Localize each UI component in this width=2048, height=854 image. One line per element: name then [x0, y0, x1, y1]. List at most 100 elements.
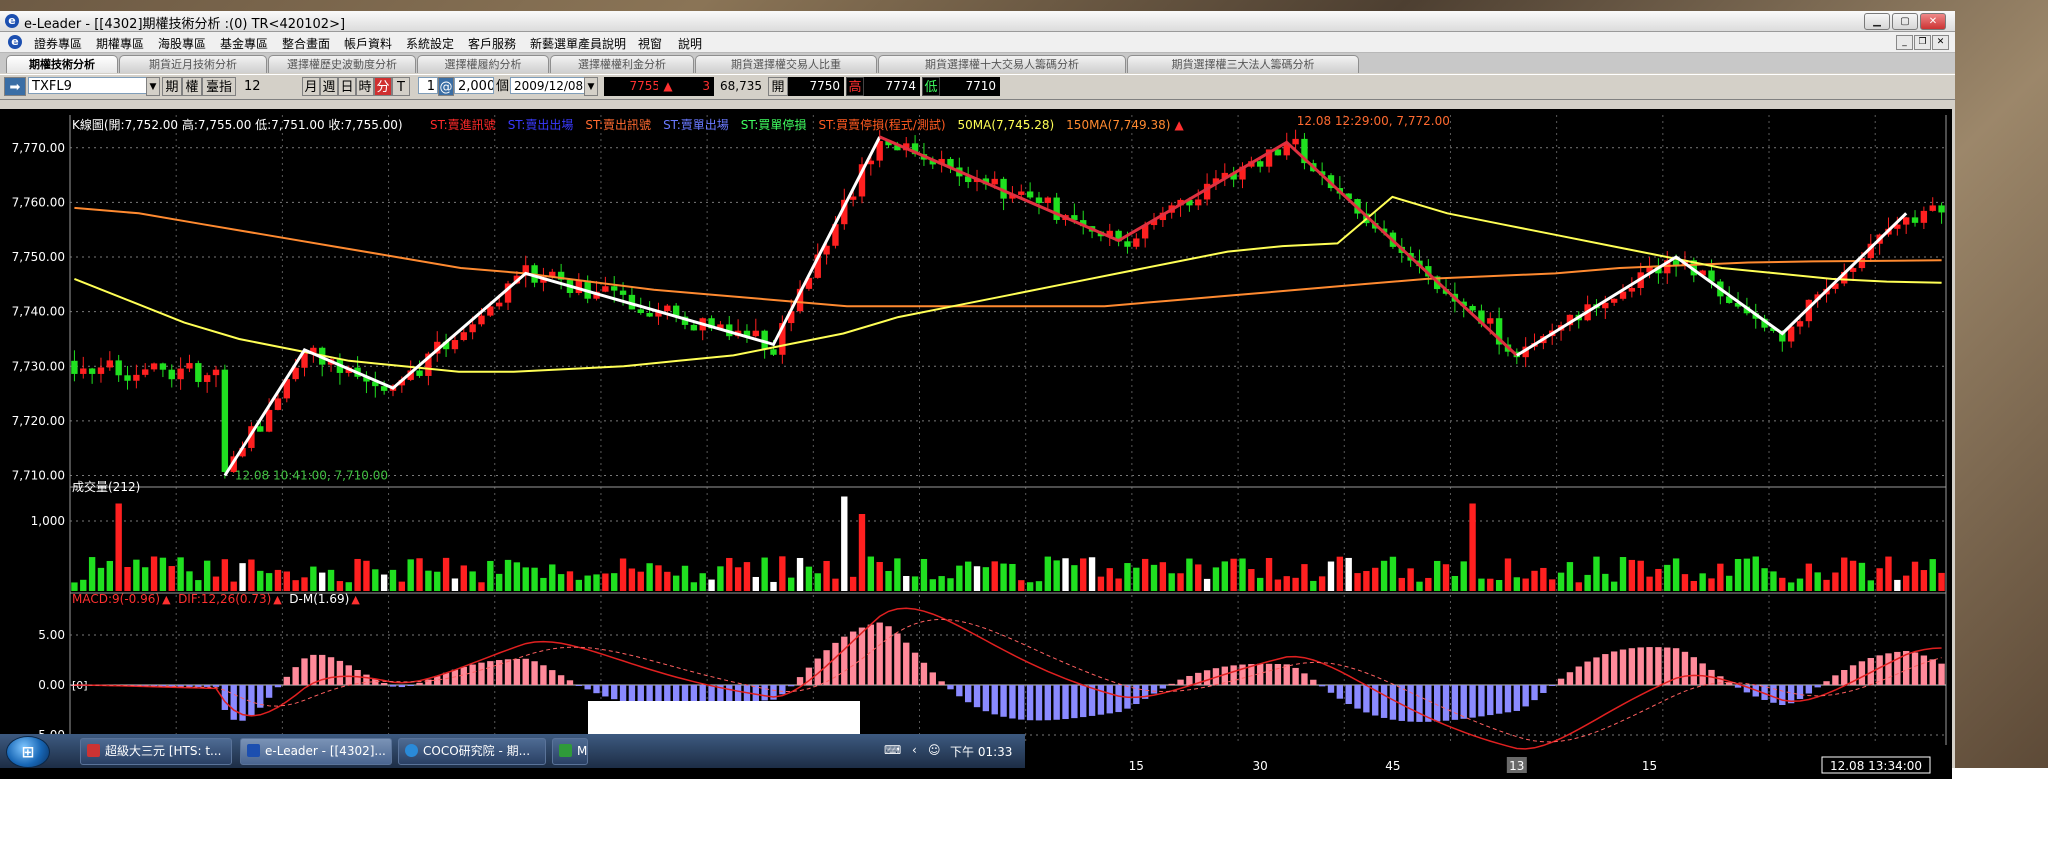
mdi-restore-button[interactable]: ❐: [1914, 35, 1931, 50]
futures-button[interactable]: 期: [162, 77, 182, 96]
volume-bar: [230, 581, 237, 591]
maximize-button[interactable]: ▢: [1892, 13, 1918, 30]
macd-histogram-bar: [1628, 648, 1636, 685]
menu-help[interactable]: 說明: [678, 35, 702, 52]
tab-premium-analysis[interactable]: 選擇權權利金分析: [550, 55, 694, 73]
volume-bar: [1035, 581, 1043, 591]
volume-bar: [1495, 580, 1503, 591]
period-month-button[interactable]: 月: [302, 77, 320, 96]
volume-bar: [327, 569, 335, 591]
candle-body: [752, 330, 759, 337]
volume-bar: [1761, 568, 1768, 591]
macd-histogram-bar: [602, 685, 609, 697]
volume-bar: [743, 562, 751, 591]
x-axis-label: 30: [1253, 759, 1268, 773]
symbol-select[interactable]: TXFL9: [28, 77, 154, 94]
menu-new-menu-help[interactable]: 新藝選單產員說明: [530, 35, 626, 52]
macd-histogram-bar: [1717, 676, 1724, 685]
candle-body: [991, 178, 998, 185]
minimize-button[interactable]: ▁: [1864, 13, 1890, 30]
candle-body: [1938, 205, 1945, 213]
macd-histogram-bar: [1442, 685, 1450, 721]
title-bar[interactable]: e e-Leader - [[4302]期權技術分析 :(0) TR<42010…: [0, 11, 1955, 32]
multiplier-input[interactable]: 1: [418, 77, 438, 94]
candle-body: [212, 369, 220, 376]
macd-histogram-bar: [327, 657, 335, 685]
tray-chevron-icon[interactable]: ‹: [912, 743, 917, 757]
menu-service[interactable]: 客戶服務: [468, 35, 516, 52]
menu-integrated-view[interactable]: 整合畫面: [282, 35, 330, 52]
taskbar-item-1[interactable]: e-Leader - [[4302]...: [240, 738, 392, 765]
chevron-down-icon[interactable]: ▼: [146, 77, 160, 96]
macd-histogram-bar: [1159, 685, 1167, 689]
macd-histogram-bar: [938, 681, 945, 685]
macd-histogram-bar: [1929, 659, 1936, 685]
volume-y-tick-label: 1,000: [31, 514, 65, 528]
volume-bar: [1832, 572, 1839, 591]
macd-histogram-bar: [1814, 685, 1821, 688]
volume-bar: [1628, 559, 1636, 591]
volume-bar: [531, 567, 538, 591]
menu-funds[interactable]: 基金專區: [220, 35, 268, 52]
close-button[interactable]: ✕: [1920, 13, 1946, 30]
tab-strike-analysis[interactable]: 選擇權履約分析: [417, 55, 549, 73]
taskbar-item-0[interactable]: 超級大三元 [HTS: t...: [80, 738, 232, 765]
macd-histogram-bar: [1885, 653, 1892, 685]
volume-bar: [1867, 580, 1874, 591]
tab-futures-near-month[interactable]: 期貨近月技術分析: [119, 55, 267, 73]
mdi-close-button[interactable]: ✕: [1932, 35, 1949, 50]
macd-histogram-bar: [380, 683, 388, 685]
index-button[interactable]: 臺指: [202, 77, 236, 96]
period-hour-button[interactable]: 時: [356, 77, 374, 96]
volume-bar: [549, 564, 556, 591]
volume-bar: [1902, 575, 1910, 591]
menu-account[interactable]: 帳戶資料: [344, 35, 392, 52]
tab-trader-ratio[interactable]: 期貨選擇權交易人比重: [695, 55, 877, 73]
menu-settings[interactable]: 系統設定: [406, 35, 454, 52]
chart-svg[interactable]: 7,770.00 7,760.00 7,750.00 7,740.00 7,730.00…: [0, 109, 1952, 779]
volume-bar: [876, 562, 883, 591]
macd-histogram-bar: [1522, 685, 1529, 707]
chart-area[interactable]: 7,770.00 7,760.00 7,750.00 7,740.00 7,730.00…: [0, 109, 1952, 779]
volume-bar: [159, 557, 167, 591]
period-day-button[interactable]: 日: [338, 77, 356, 96]
tab-institutional-investors[interactable]: 期貨選擇權三大法人籌碼分析: [1127, 55, 1359, 73]
volume-bar: [885, 570, 892, 591]
volume-bar: [602, 573, 609, 591]
menu-overseas-stocks[interactable]: 海股專區: [158, 35, 206, 52]
taskbar-item-3[interactable]: M: [552, 738, 588, 765]
candle-body: [611, 286, 618, 291]
tab-options-technical[interactable]: 期權技術分析: [6, 55, 118, 73]
macd-histogram-bar: [1779, 685, 1786, 705]
volume-bar: [1124, 563, 1131, 591]
macd-histogram-bar: [1230, 665, 1237, 685]
menu-futures-options[interactable]: 期權專區: [96, 35, 144, 52]
volume-bar: [1168, 573, 1175, 591]
volume-bar: [522, 567, 529, 591]
total-volume: 68,735: [716, 77, 766, 96]
volume-bar: [1018, 580, 1025, 591]
menu-window[interactable]: 視窗: [638, 35, 662, 52]
tick-button[interactable]: T: [392, 77, 410, 96]
volume-bar: [257, 570, 264, 591]
start-button[interactable]: ⊞: [6, 736, 50, 768]
options-button[interactable]: 權: [182, 77, 202, 96]
volume-bar: [823, 560, 830, 591]
menu-securities[interactable]: 證券專區: [34, 35, 82, 52]
mdi-minimize-button[interactable]: _: [1896, 35, 1913, 50]
arrow-right-icon[interactable]: ➡: [4, 77, 26, 96]
macd-histogram-bar: [1513, 685, 1521, 711]
candle-body: [1018, 191, 1025, 195]
tab-historical-volatility[interactable]: 選擇權歷史波動度分析: [268, 55, 416, 73]
macd-histogram-bar: [1805, 685, 1813, 694]
period-minute-button[interactable]: 分: [374, 77, 392, 96]
taskbar-item-2[interactable]: COCO研究院 - 期...: [398, 738, 546, 765]
app-menu-icon[interactable]: e: [8, 35, 22, 49]
tab-top-ten-traders[interactable]: 期貨選擇權十大交易人籌碼分析: [878, 55, 1126, 73]
count-input[interactable]: 2,000: [454, 77, 494, 94]
date-dropdown-icon[interactable]: ▼: [584, 77, 598, 96]
volume-bar: [858, 514, 866, 591]
volume-bar: [1566, 562, 1574, 591]
period-week-button[interactable]: 週: [320, 77, 338, 96]
keyboard-icon[interactable]: ⌨: [884, 743, 901, 757]
